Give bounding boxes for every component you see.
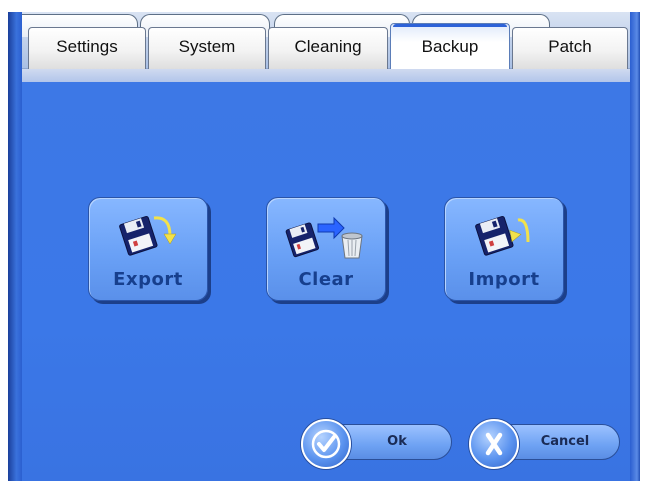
cancel-button[interactable]: Cancel: [469, 419, 620, 469]
import-button[interactable]: Import: [444, 197, 564, 301]
backup-panel: Export Clear Import Ok Cancel: [22, 82, 630, 481]
floppy-export-icon: [89, 210, 207, 260]
clear-button[interactable]: Clear: [266, 197, 386, 301]
backup-window: Settings System Cleaning Backup Patch Ex…: [8, 12, 640, 481]
x-mark-icon: [469, 419, 519, 469]
tab-strip: Settings System Cleaning Backup Patch: [28, 23, 638, 69]
import-label: Import: [468, 269, 540, 290]
tab-backup[interactable]: Backup: [390, 23, 510, 69]
ok-button[interactable]: Ok: [301, 419, 452, 469]
clear-label: Clear: [298, 269, 354, 290]
tab-label: Patch: [548, 37, 592, 56]
export-label: Export: [113, 269, 183, 290]
tab-cleaning[interactable]: Cleaning: [268, 27, 388, 69]
checkmark-icon: [301, 419, 351, 469]
floppy-import-icon: [445, 210, 563, 260]
frame-right-edge: [630, 12, 640, 481]
tab-system[interactable]: System: [148, 27, 266, 69]
tab-label: Cleaning: [294, 37, 362, 56]
tab-settings[interactable]: Settings: [28, 27, 146, 69]
tab-label: System: [178, 37, 236, 56]
cancel-label: Cancel: [540, 434, 590, 449]
tab-label: Settings: [56, 37, 118, 56]
frame-left-edge: [8, 12, 22, 481]
floppy-clear-trash-icon: [267, 210, 385, 260]
tab-label: Backup: [421, 37, 479, 56]
tab-patch[interactable]: Patch: [512, 27, 628, 69]
ok-label: Ok: [387, 434, 407, 449]
tab-underline: [22, 68, 630, 83]
export-button[interactable]: Export: [88, 197, 208, 301]
